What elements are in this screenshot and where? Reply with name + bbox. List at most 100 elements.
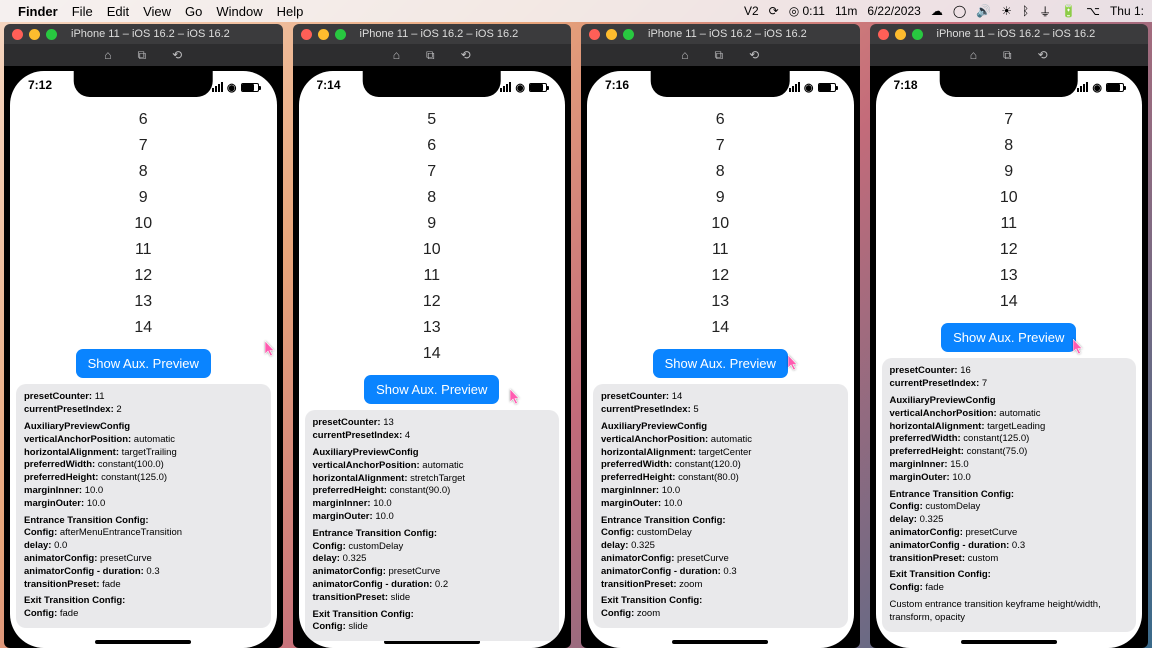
sync-icon[interactable]: ⟳ bbox=[769, 4, 779, 18]
list-item[interactable]: 9 bbox=[876, 159, 1143, 185]
list-item[interactable]: 8 bbox=[299, 185, 566, 211]
list-item[interactable]: 8 bbox=[587, 159, 854, 185]
list-item[interactable]: 14 bbox=[299, 341, 566, 367]
list-item[interactable]: 9 bbox=[10, 185, 277, 211]
brightness-icon[interactable]: ☀︎ bbox=[1001, 4, 1012, 18]
traffic-light-zoom[interactable] bbox=[46, 29, 57, 40]
list-item[interactable]: 13 bbox=[587, 289, 854, 315]
list-item[interactable]: 12 bbox=[10, 263, 277, 289]
status-day[interactable]: Thu 1: bbox=[1110, 4, 1144, 18]
rotate-icon[interactable]: ⟲ bbox=[1038, 48, 1048, 62]
list-item[interactable]: 12 bbox=[587, 263, 854, 289]
rotate-icon[interactable]: ⟲ bbox=[749, 48, 759, 62]
list-item[interactable]: 10 bbox=[299, 237, 566, 263]
battery-menubar-icon[interactable]: 🔋 bbox=[1061, 4, 1076, 18]
home-icon[interactable]: ⌂ bbox=[681, 48, 688, 62]
list-item[interactable]: 6 bbox=[299, 133, 566, 159]
list-item[interactable]: 13 bbox=[299, 315, 566, 341]
list-item[interactable]: 8 bbox=[10, 159, 277, 185]
list-item[interactable]: 9 bbox=[587, 185, 854, 211]
number-list[interactable]: 67891011121314 bbox=[587, 107, 854, 341]
circle-icon[interactable]: ◯ bbox=[953, 4, 966, 18]
list-item[interactable]: 11 bbox=[299, 263, 566, 289]
traffic-light-zoom[interactable] bbox=[912, 29, 923, 40]
device-screen[interactable]: 7:12 ◉ 67891011121314Show Aux. Preview p… bbox=[10, 71, 277, 648]
menubar-file[interactable]: File bbox=[72, 4, 93, 19]
list-item[interactable]: 12 bbox=[299, 289, 566, 315]
wifi-icon[interactable]: ⏚ bbox=[1039, 3, 1051, 20]
menubar-view[interactable]: View bbox=[143, 4, 171, 19]
cloud-icon[interactable]: ☁︎ bbox=[931, 4, 943, 18]
volume-icon[interactable]: 🔊 bbox=[976, 4, 991, 18]
bluetooth-icon[interactable]: ᛒ bbox=[1022, 4, 1029, 18]
list-item[interactable]: 11 bbox=[876, 211, 1143, 237]
traffic-light-close[interactable] bbox=[878, 29, 889, 40]
menubar-help[interactable]: Help bbox=[277, 4, 304, 19]
number-list[interactable]: 7891011121314 bbox=[876, 107, 1143, 315]
home-icon[interactable]: ⌂ bbox=[104, 48, 111, 62]
show-aux-preview-button[interactable]: Show Aux. Preview bbox=[653, 349, 788, 378]
window-titlebar[interactable]: iPhone 11 – iOS 16.2 – iOS 16.2 bbox=[4, 24, 283, 44]
window-titlebar[interactable]: iPhone 11 – iOS 16.2 – iOS 16.2 bbox=[870, 24, 1149, 44]
rotate-icon[interactable]: ⟲ bbox=[461, 48, 471, 62]
app-content[interactable]: 567891011121314Show Aux. Preview presetC… bbox=[299, 107, 566, 648]
list-item[interactable]: 14 bbox=[876, 289, 1143, 315]
app-content[interactable]: 7891011121314Show Aux. Preview presetCou… bbox=[876, 107, 1143, 648]
status-v2[interactable]: V2 bbox=[744, 4, 759, 18]
list-item[interactable]: 14 bbox=[587, 315, 854, 341]
list-item[interactable]: 13 bbox=[10, 289, 277, 315]
traffic-light-close[interactable] bbox=[589, 29, 600, 40]
window-titlebar[interactable]: iPhone 11 – iOS 16.2 – iOS 16.2 bbox=[581, 24, 860, 44]
list-item[interactable]: 11 bbox=[587, 237, 854, 263]
traffic-light-zoom[interactable] bbox=[623, 29, 634, 40]
rotate-icon[interactable]: ⟲ bbox=[172, 48, 182, 62]
device-screen[interactable]: 7:16 ◉ 67891011121314Show Aux. Preview p… bbox=[587, 71, 854, 648]
number-list[interactable]: 67891011121314 bbox=[10, 107, 277, 341]
menubar-app[interactable]: Finder bbox=[18, 4, 58, 19]
list-item[interactable]: 10 bbox=[876, 185, 1143, 211]
list-item[interactable]: 7 bbox=[10, 133, 277, 159]
list-item[interactable]: 8 bbox=[876, 133, 1143, 159]
status-uptime[interactable]: 11m bbox=[835, 4, 857, 18]
traffic-light-minimize[interactable] bbox=[29, 29, 40, 40]
status-date[interactable]: 6/22/2023 bbox=[867, 4, 920, 18]
show-aux-preview-button[interactable]: Show Aux. Preview bbox=[364, 375, 499, 404]
list-item[interactable]: 14 bbox=[10, 315, 277, 341]
list-item[interactable]: 13 bbox=[876, 263, 1143, 289]
home-icon[interactable]: ⌂ bbox=[393, 48, 400, 62]
status-record[interactable]: ◎ 0:11 bbox=[789, 4, 825, 18]
control-center-icon[interactable]: ⌥ bbox=[1086, 4, 1100, 18]
screenshot-icon[interactable]: ⧉ bbox=[715, 48, 724, 63]
list-item[interactable]: 7 bbox=[876, 107, 1143, 133]
traffic-light-minimize[interactable] bbox=[318, 29, 329, 40]
list-item[interactable]: 10 bbox=[587, 211, 854, 237]
home-icon[interactable]: ⌂ bbox=[970, 48, 977, 62]
list-item[interactable]: 11 bbox=[10, 237, 277, 263]
show-aux-preview-button[interactable]: Show Aux. Preview bbox=[941, 323, 1076, 352]
list-item[interactable]: 6 bbox=[10, 107, 277, 133]
traffic-light-close[interactable] bbox=[12, 29, 23, 40]
list-item[interactable]: 7 bbox=[587, 133, 854, 159]
list-item[interactable]: 7 bbox=[299, 159, 566, 185]
list-item[interactable]: 10 bbox=[10, 211, 277, 237]
number-list[interactable]: 567891011121314 bbox=[299, 107, 566, 367]
show-aux-preview-button[interactable]: Show Aux. Preview bbox=[76, 349, 211, 378]
menubar-window[interactable]: Window bbox=[216, 4, 262, 19]
device-screen[interactable]: 7:14 ◉ 567891011121314Show Aux. Preview … bbox=[299, 71, 566, 648]
window-titlebar[interactable]: iPhone 11 – iOS 16.2 – iOS 16.2 bbox=[293, 24, 572, 44]
list-item[interactable]: 9 bbox=[299, 211, 566, 237]
screenshot-icon[interactable]: ⧉ bbox=[1003, 48, 1012, 63]
app-content[interactable]: 67891011121314Show Aux. Preview presetCo… bbox=[10, 107, 277, 648]
traffic-light-close[interactable] bbox=[301, 29, 312, 40]
menubar-go[interactable]: Go bbox=[185, 4, 202, 19]
app-content[interactable]: 67891011121314Show Aux. Preview presetCo… bbox=[587, 107, 854, 648]
traffic-light-zoom[interactable] bbox=[335, 29, 346, 40]
menubar-edit[interactable]: Edit bbox=[107, 4, 129, 19]
list-item[interactable]: 6 bbox=[587, 107, 854, 133]
traffic-light-minimize[interactable] bbox=[606, 29, 617, 40]
list-item[interactable]: 12 bbox=[876, 237, 1143, 263]
screenshot-icon[interactable]: ⧉ bbox=[138, 48, 147, 63]
traffic-light-minimize[interactable] bbox=[895, 29, 906, 40]
screenshot-icon[interactable]: ⧉ bbox=[426, 48, 435, 63]
list-item[interactable]: 5 bbox=[299, 107, 566, 133]
